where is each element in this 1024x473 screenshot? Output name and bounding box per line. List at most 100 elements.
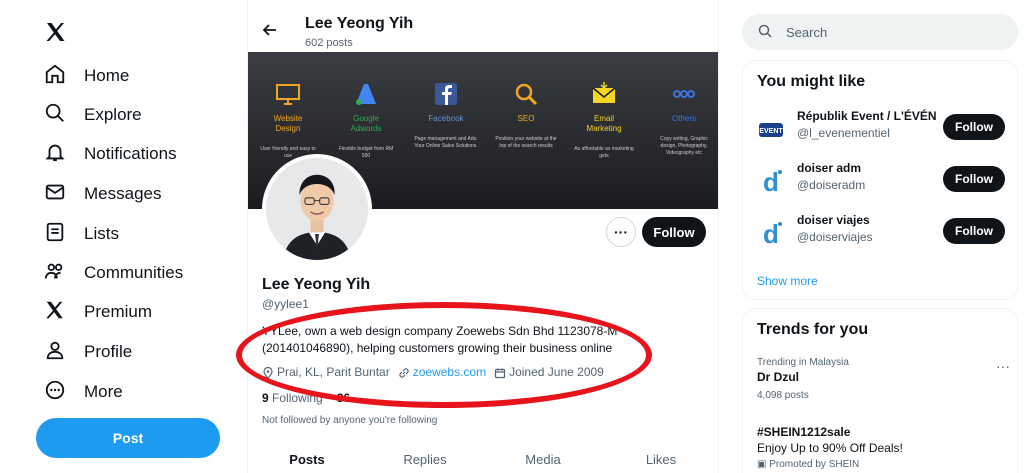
- promoted-icon: ▣: [757, 459, 770, 470]
- person-icon: [44, 339, 66, 366]
- who-to-follow-card: You might like EVENT Républik Event / L'…: [742, 60, 1018, 300]
- trend-subtitle: Enjoy Up to 90% Off Deals!: [757, 441, 903, 455]
- x-logo-icon[interactable]: [44, 20, 72, 48]
- trend-title: Dr Dzul: [757, 370, 799, 384]
- following-label: Following: [272, 391, 323, 405]
- trend-item[interactable]: Trending in Malaysia Dr Dzul 4,098 posts: [757, 357, 1007, 401]
- home-icon: [44, 63, 66, 90]
- trend-item[interactable]: #SHEIN1212sale Enjoy Up to 90% Off Deals…: [757, 423, 1007, 470]
- followers-count: 86: [336, 391, 351, 405]
- suggestion-item[interactable]: d doiser adm @doiseradm Follow: [757, 161, 1007, 201]
- republik-event-avatar: EVENT: [757, 115, 785, 143]
- nav-label: Premium: [84, 302, 153, 321]
- trends-card: Trends for you Trending in Malaysia Dr D…: [742, 308, 1018, 473]
- tab-likes[interactable]: Likes: [602, 452, 718, 467]
- person-photo-icon: [266, 158, 368, 260]
- banner-item: Website Design User friendly and easy to…: [256, 80, 320, 160]
- nav-lists[interactable]: Lists: [44, 216, 119, 252]
- suggestion-handle: @doiseradm: [797, 178, 866, 192]
- tab-posts[interactable]: Posts: [248, 452, 366, 467]
- search-icon: [758, 24, 772, 41]
- nav-notifications[interactable]: Notifications: [44, 136, 177, 172]
- follow-button[interactable]: Follow: [943, 114, 1005, 140]
- nav-label: Lists: [84, 224, 119, 243]
- more-circle-icon: [44, 379, 66, 406]
- banner-title: Others: [671, 114, 696, 123]
- banner-desc: Copy writing, Graphic design, Photograph…: [660, 136, 708, 156]
- list-icon: [44, 221, 66, 248]
- follow-button[interactable]: Follow: [642, 217, 706, 247]
- mail-icon: [44, 181, 66, 208]
- left-nav: Home Explore Notifications Messages List…: [36, 0, 236, 473]
- suggestion-name: doiser adm: [797, 161, 862, 175]
- nav-messages[interactable]: Messages: [44, 176, 161, 212]
- banner-title: Website Design: [273, 114, 303, 133]
- tab-media[interactable]: Media: [484, 452, 602, 467]
- calendar-icon: [494, 367, 506, 379]
- following-count: 9: [262, 391, 269, 405]
- post-button[interactable]: Post: [36, 418, 220, 458]
- banner-item: Google Adwords Flexible budget from RM 5…: [334, 80, 398, 160]
- website-link[interactable]: zoewebs.com: [413, 365, 486, 379]
- adwords-icon: [352, 80, 380, 108]
- nav-communities[interactable]: Communities: [44, 255, 183, 291]
- svg-text:EVENT: EVENT: [759, 128, 783, 135]
- nav-explore[interactable]: Explore: [44, 97, 142, 133]
- dots-icon: [670, 80, 698, 108]
- banner-item: Email Marketing As affordable as marketi…: [572, 80, 636, 160]
- nav-label: Profile: [84, 342, 133, 361]
- suggestion-item[interactable]: EVENT Républik Event / L'ÉVÉN @l_eveneme…: [757, 109, 1007, 149]
- people-icon: [44, 260, 66, 287]
- more-options-button[interactable]: ···: [606, 217, 636, 247]
- followers-link[interactable]: 86: [337, 391, 350, 405]
- search-box[interactable]: Search: [742, 14, 1018, 50]
- joined-text: Joined June 2009: [509, 365, 604, 379]
- trend-title: #SHEIN1212sale: [757, 425, 851, 439]
- trend-more-icon[interactable]: ···: [996, 358, 1010, 374]
- tab-replies[interactable]: Replies: [366, 452, 484, 467]
- nav-label: Communities: [84, 263, 184, 282]
- banner-item: SEO Position your website at the top of …: [494, 80, 558, 150]
- promoted-text: Promoted by SHEIN: [769, 459, 860, 470]
- nav-more[interactable]: More: [44, 374, 123, 410]
- email-icon: [590, 80, 618, 108]
- nav-label: More: [84, 382, 123, 401]
- trend-context: Trending in Malaysia: [757, 357, 849, 368]
- app: Home Explore Notifications Messages List…: [0, 0, 1024, 473]
- follow-button[interactable]: Follow: [943, 218, 1005, 244]
- nav-label: Messages: [84, 184, 162, 203]
- nav-profile[interactable]: Profile: [44, 334, 132, 370]
- profile-handle: @yylee1: [262, 297, 309, 311]
- show-more-link[interactable]: Show more: [757, 274, 818, 288]
- suggestion-handle: @l_evenementiel: [797, 126, 890, 140]
- following-link[interactable]: 9 Following: [262, 391, 323, 405]
- search-placeholder: Search: [786, 24, 828, 40]
- nav-premium[interactable]: Premium: [44, 294, 152, 330]
- promoted-label: ▣ Promoted by SHEIN: [757, 459, 1007, 470]
- trend-count: 4,098 posts: [757, 390, 809, 401]
- header-name: Lee Yeong Yih: [305, 15, 414, 32]
- banner-title: Google Adwords: [350, 114, 382, 133]
- avatar[interactable]: [262, 154, 372, 264]
- suggestion-name: doiser viajes: [797, 213, 870, 227]
- banner-desc: Position your website at the top of the …: [495, 136, 557, 149]
- x-logo-icon: [44, 299, 66, 326]
- profile-column: Lee Yeong Yih 602 posts Website Design U…: [247, 0, 719, 473]
- nav-home[interactable]: Home: [44, 58, 129, 94]
- banner-title: SEO: [517, 114, 535, 123]
- banner-title: Facebook: [428, 114, 464, 123]
- banner-title: Email Marketing: [586, 114, 622, 133]
- banner-desc: As affordable as marketing gets: [574, 146, 634, 159]
- suggestion-handle: @doiserviajes: [797, 230, 873, 244]
- location-item: Prai, KL, Parit Buntar: [262, 365, 390, 379]
- not-followed-notice: Not followed by anyone you're following: [262, 415, 438, 426]
- facebook-icon: [432, 80, 460, 108]
- bell-icon: [44, 141, 66, 168]
- suggestion-item[interactable]: d doiser viajes @doiserviajes Follow: [757, 213, 1007, 253]
- banner-desc: Page management and Ads. Your Online Sal…: [414, 136, 478, 149]
- nav-label: Notifications: [84, 144, 177, 163]
- back-arrow-icon[interactable]: [262, 22, 278, 38]
- banner-item: Facebook Page management and Ads. Your O…: [414, 80, 478, 150]
- follow-button[interactable]: Follow: [943, 166, 1005, 192]
- doiser-avatar: d: [757, 167, 785, 195]
